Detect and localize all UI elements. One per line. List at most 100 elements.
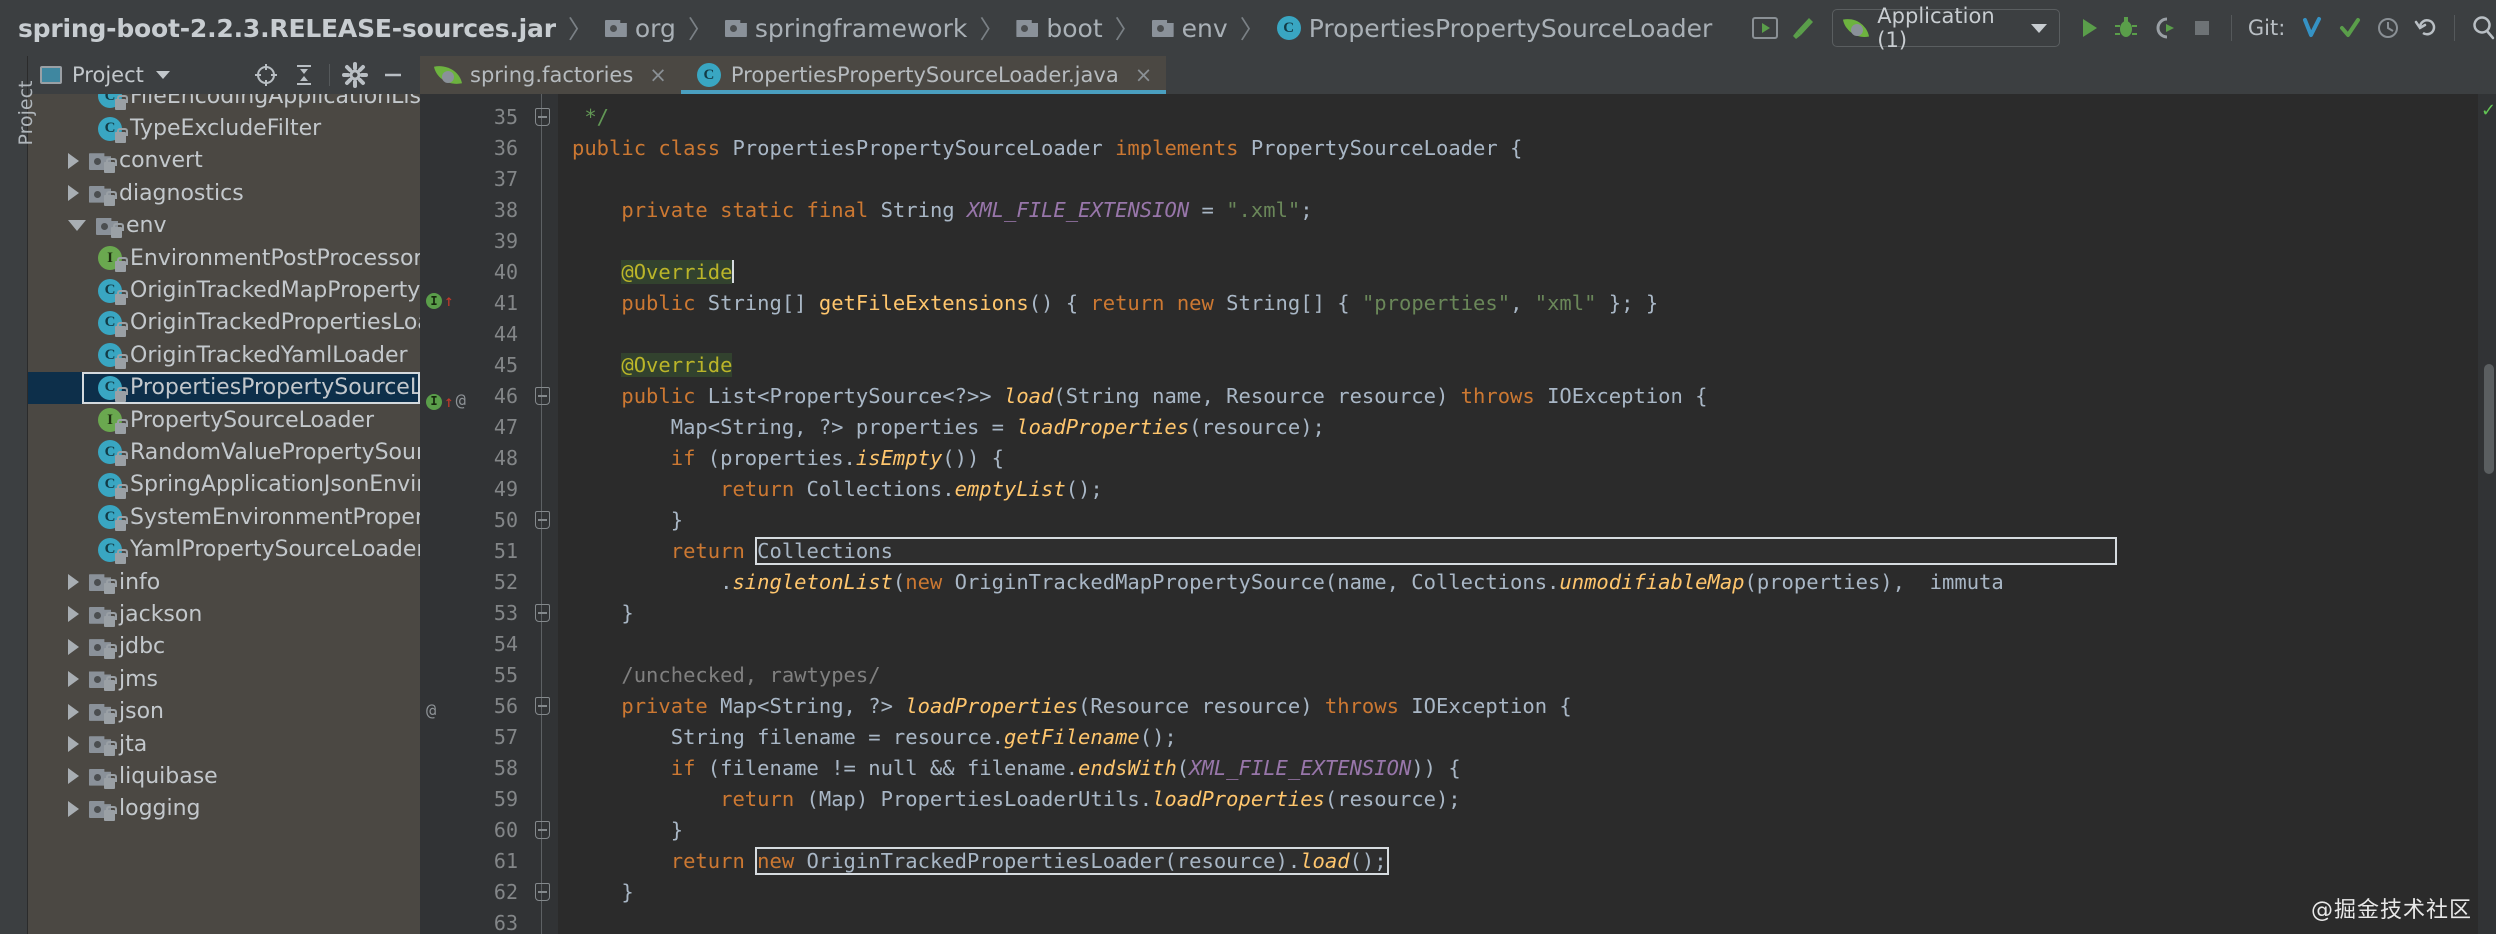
code-line[interactable]: return (Map) PropertiesLoaderUtils.loadP… — [572, 787, 1461, 811]
code-line[interactable]: public class PropertiesPropertySourceLoa… — [572, 136, 1522, 160]
preview-icon[interactable] — [1746, 8, 1784, 48]
code-line[interactable]: } — [572, 880, 633, 904]
tree-item[interactable]: COriginTrackedMapPropertySource — [28, 274, 420, 306]
breadcrumb-item-env[interactable]: env — [1151, 14, 1228, 43]
build-hammer-icon[interactable] — [1784, 8, 1822, 48]
close-icon[interactable]: × — [649, 63, 667, 87]
project-tree[interactable]: CFileEncodingApplicationListenerCTypeExc… — [28, 94, 420, 934]
editor-tab-spring-factories[interactable]: spring.factories × — [420, 56, 681, 94]
chevron-down-icon[interactable] — [155, 71, 170, 79]
code-folding-gutter[interactable] — [528, 94, 558, 934]
stop-icon[interactable] — [2183, 8, 2221, 48]
settings-gear-icon[interactable] — [338, 59, 372, 91]
editor-scrollbar-thumb[interactable] — [2484, 364, 2494, 474]
tree-item[interactable]: CPropertiesPropertySourceLoader — [28, 371, 420, 404]
code-line[interactable]: private static final String XML_FILE_EXT… — [572, 198, 1312, 222]
code-line[interactable] — [572, 167, 584, 191]
code-line[interactable]: Map<String, ?> properties = loadProperti… — [572, 415, 1325, 439]
tree-item[interactable]: liquibase — [28, 760, 420, 792]
fold-toggle-icon[interactable] — [535, 511, 550, 529]
tree-item[interactable]: I PropertySourceLoader — [28, 404, 420, 436]
tree-item[interactable]: info — [28, 566, 420, 598]
code-line[interactable]: return new OriginTrackedPropertiesLoader… — [572, 847, 1389, 875]
chevron-right-icon[interactable] — [68, 152, 79, 169]
fold-toggle-icon[interactable] — [535, 387, 550, 405]
code-line[interactable]: @Override — [572, 260, 735, 284]
code-text-area[interactable]: */ public class PropertiesPropertySource… — [558, 94, 2478, 934]
tree-item[interactable]: env — [28, 210, 420, 242]
tree-item[interactable]: CSystemEnvironmentPropertySourceEnvironm… — [28, 501, 420, 533]
code-line[interactable]: @Override — [572, 353, 733, 377]
chevron-right-icon[interactable] — [68, 736, 79, 752]
chevron-right-icon[interactable] — [68, 768, 79, 785]
tree-item[interactable]: C RandomValuePropertySource — [28, 436, 420, 468]
tree-item[interactable]: jackson — [28, 598, 420, 630]
code-line[interactable]: */ — [572, 105, 609, 129]
debug-icon[interactable] — [2108, 8, 2146, 48]
breadcrumb-root[interactable]: spring-boot-2.2.3.RELEASE-sources.jar — [18, 14, 556, 43]
breadcrumb-item-springframework[interactable]: springframework — [724, 14, 967, 43]
fold-toggle-icon[interactable] — [535, 108, 550, 126]
code-line[interactable]: } — [572, 818, 683, 842]
tree-item[interactable]: jta — [28, 728, 420, 760]
chevron-right-icon[interactable] — [68, 800, 79, 817]
rollback-icon[interactable] — [2407, 8, 2445, 48]
code-line[interactable]: if (filename != null && filename.endsWit… — [572, 756, 1461, 780]
tree-item[interactable]: CFileEncodingApplicationListener — [28, 94, 420, 112]
locate-icon[interactable] — [249, 59, 283, 91]
tree-item[interactable]: jms — [28, 663, 420, 695]
code-line[interactable]: public String[] getFileExtensions() { re… — [572, 291, 1658, 315]
fold-toggle-icon[interactable] — [535, 604, 550, 622]
run-coverage-icon[interactable] — [2145, 8, 2183, 48]
code-line[interactable]: public List<PropertySource<?>> load(Stri… — [572, 384, 1707, 408]
fold-toggle-icon[interactable] — [535, 883, 550, 901]
collapse-all-icon[interactable] — [287, 59, 321, 91]
code-line[interactable] — [572, 322, 584, 346]
chevron-right-icon[interactable] — [68, 671, 79, 688]
chevron-right-icon[interactable] — [68, 574, 79, 591]
hide-icon[interactable] — [376, 59, 410, 91]
tree-item[interactable]: diagnostics — [28, 177, 420, 209]
run-icon[interactable] — [2070, 8, 2108, 48]
code-line[interactable]: /unchecked, rawtypes/ — [572, 663, 880, 687]
tree-item[interactable]: C OriginTrackedYamlLoader — [28, 339, 420, 371]
tree-item[interactable]: COriginTrackedPropertiesLoader — [28, 307, 420, 339]
code-line[interactable] — [572, 911, 584, 934]
chevron-right-icon[interactable] — [68, 703, 79, 720]
code-line[interactable]: .singletonList(new OriginTrackedMapPrope… — [572, 570, 2004, 594]
implementing-method-icon[interactable]: I ↑ — [426, 293, 454, 309]
chevron-right-icon[interactable] — [68, 638, 79, 655]
breadcrumb-item-boot[interactable]: boot — [1016, 14, 1103, 43]
source-code[interactable]: */ public class PropertiesPropertySource… — [558, 102, 2478, 934]
chevron-right-icon[interactable] — [68, 606, 79, 623]
code-line[interactable]: String filename = resource.getFilename()… — [572, 725, 1177, 749]
tree-item[interactable]: C TypeExcludeFilter — [28, 112, 420, 144]
code-line[interactable]: private Map<String, ?> loadProperties(Re… — [572, 694, 1571, 718]
chevron-down-icon[interactable] — [68, 220, 86, 232]
editor-tab-properties-property-source-loader[interactable]: C PropertiesPropertySourceLoader.java × — [680, 56, 1167, 94]
fold-toggle-icon[interactable] — [535, 821, 550, 839]
inspection-marker-strip[interactable]: ✓ — [2478, 94, 2496, 934]
tree-item[interactable]: jdbc — [28, 631, 420, 663]
breadcrumb-item-org[interactable]: org — [604, 14, 676, 43]
tree-item[interactable]: C YamlPropertySourceLoader — [28, 533, 420, 565]
code-line[interactable]: return Collections.emptyList(); — [572, 477, 1103, 501]
code-line[interactable]: } — [572, 508, 683, 532]
close-icon[interactable]: × — [1135, 63, 1153, 87]
tree-item[interactable]: convert — [28, 145, 420, 177]
tree-item[interactable]: json — [28, 695, 420, 727]
code-line[interactable]: } — [572, 601, 633, 625]
tree-item[interactable]: I EnvironmentPostProcessor — [28, 242, 420, 274]
line-number-gutter[interactable]: 35 36 37 38 39 40 41 I ↑ 44 45 46 I ↑ @ 47 48 49 50 51 52 53 5… — [420, 94, 528, 934]
tree-item[interactable]: CSpringApplicationJsonEnvironmentPostPro… — [28, 469, 420, 501]
chevron-right-icon[interactable] — [68, 185, 79, 202]
code-line[interactable]: if (properties.isEmpty()) { — [572, 446, 1004, 470]
search-everywhere-icon[interactable] — [2465, 8, 2496, 48]
code-line[interactable]: return Collections — [572, 537, 2117, 565]
git-update-icon[interactable] — [2293, 8, 2331, 48]
fold-toggle-icon[interactable] — [535, 697, 550, 715]
code-line[interactable] — [572, 229, 584, 253]
code-line[interactable] — [572, 632, 584, 656]
git-commit-icon[interactable] — [2331, 8, 2369, 48]
history-icon[interactable] — [2369, 8, 2407, 48]
